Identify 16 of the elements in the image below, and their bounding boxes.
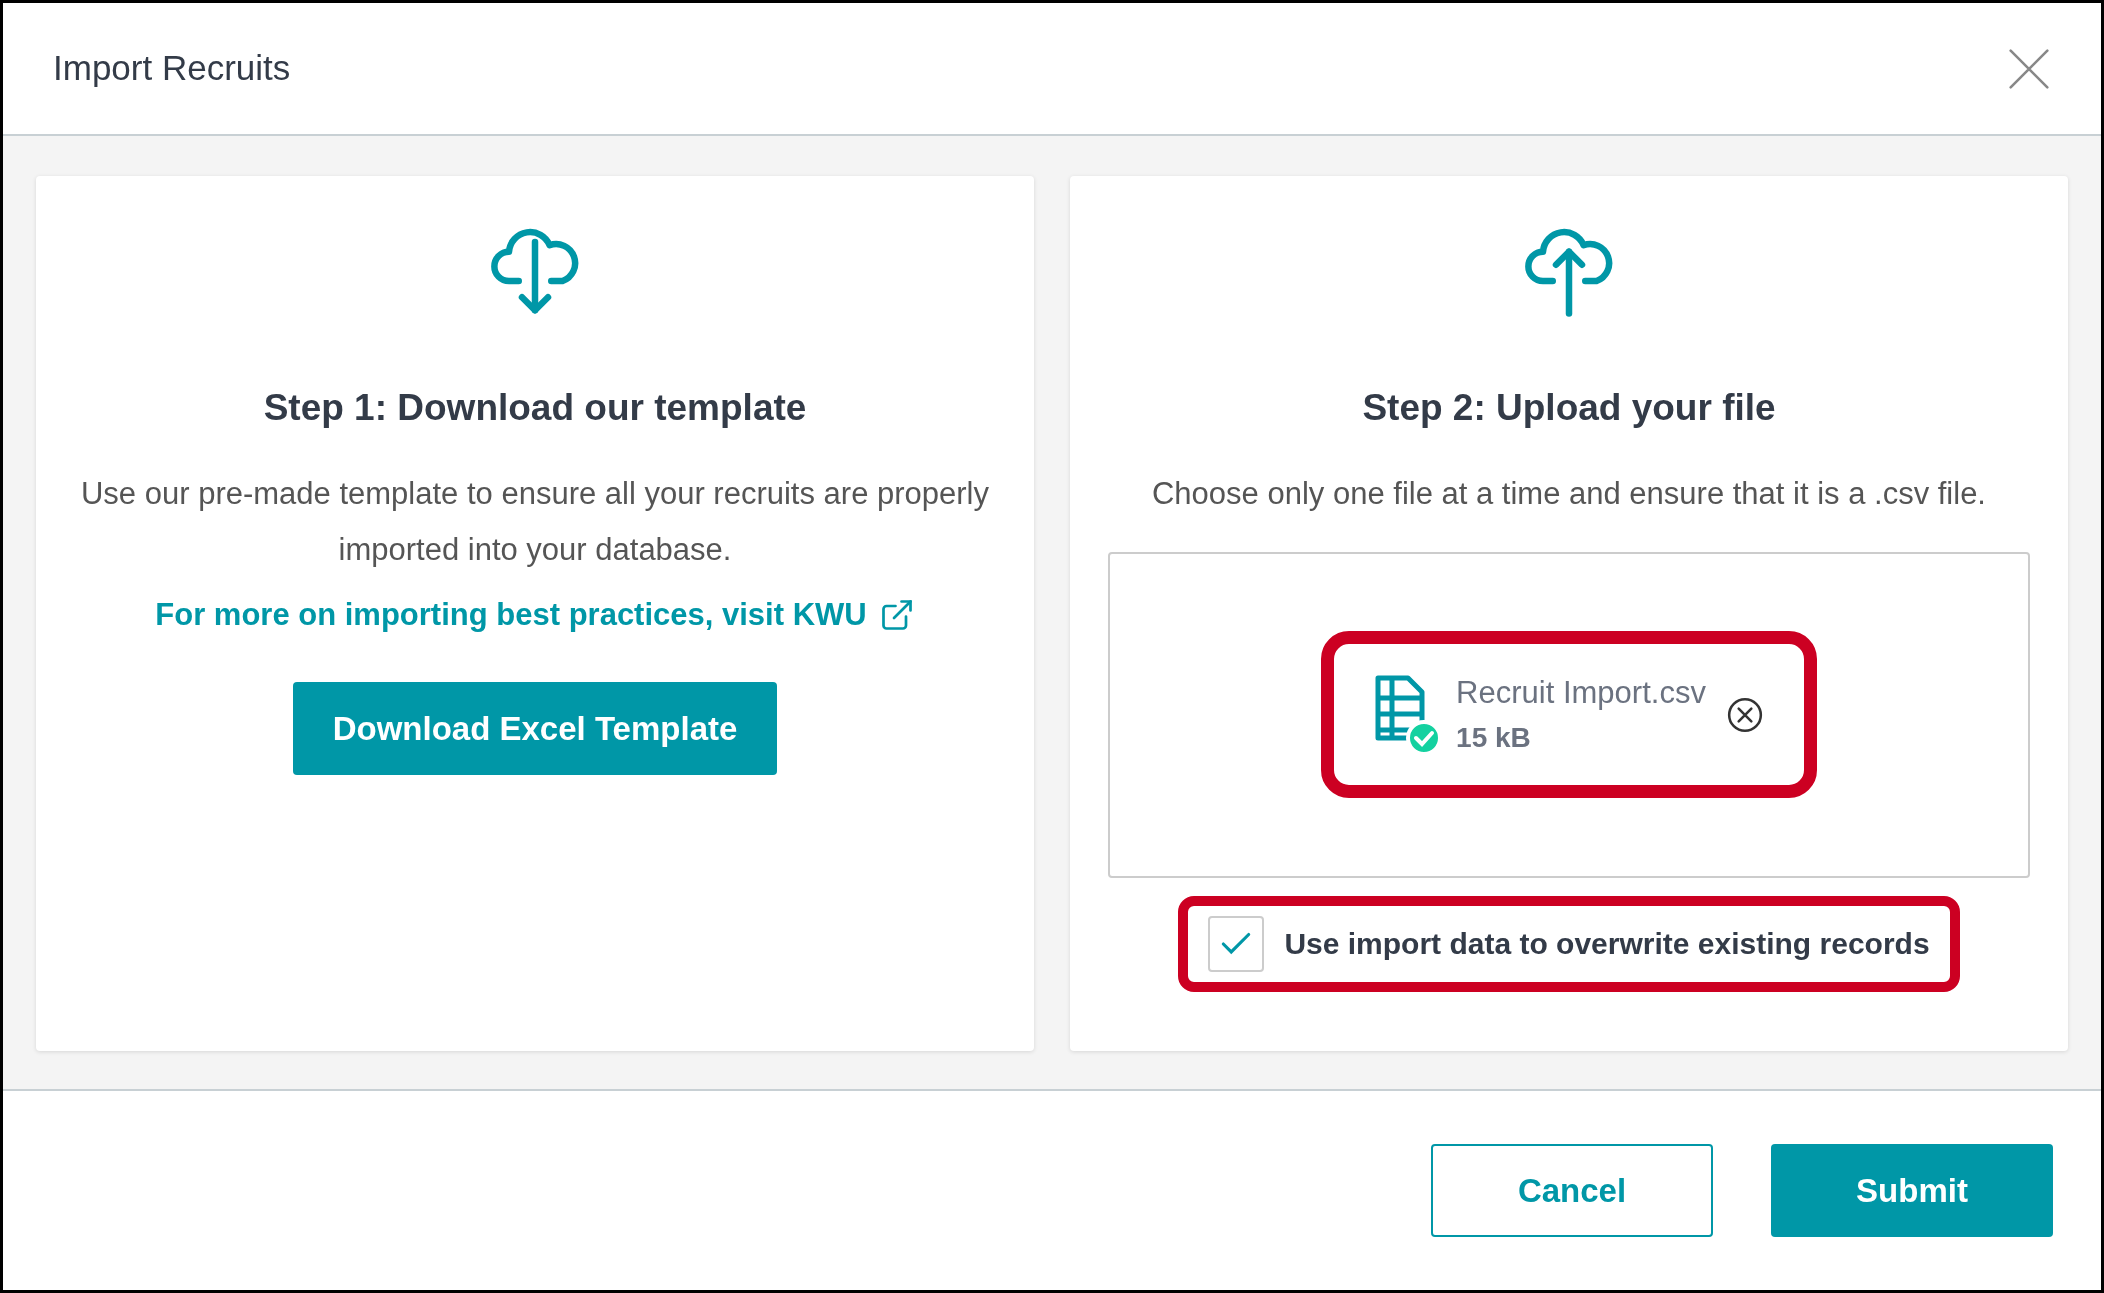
remove-file-icon[interactable] (1725, 695, 1764, 734)
file-drop-area[interactable]: Recruit Import.csv 15 kB (1108, 551, 2030, 878)
dialog-title: Import Recruits (53, 47, 291, 90)
submit-button[interactable]: Submit (1771, 1144, 2053, 1237)
overwrite-checkbox[interactable] (1208, 915, 1265, 972)
close-icon[interactable] (2007, 46, 2051, 91)
file-size: 15 kB (1456, 720, 1532, 755)
overwrite-label: Use import data to overwrite existing records (1284, 926, 1930, 962)
step-description: Use our pre-made template to ensure all your recruits are properly imported into your database. (80, 474, 990, 569)
kwu-link[interactable]: For more on importing best practices, visit KWU (155, 591, 915, 638)
download-template-button[interactable]: Download Excel Template (293, 682, 777, 775)
cancel-button[interactable]: Cancel (1431, 1144, 1713, 1237)
step-heading: Step 1: Download our template (263, 386, 807, 430)
step-description: Choose only one file at a time and ensure that it is a .csv file. (1152, 474, 1986, 513)
step-heading: Step 2: Upload your file (1362, 386, 1776, 430)
file-name: Recruit Import.csv (1456, 674, 1706, 713)
